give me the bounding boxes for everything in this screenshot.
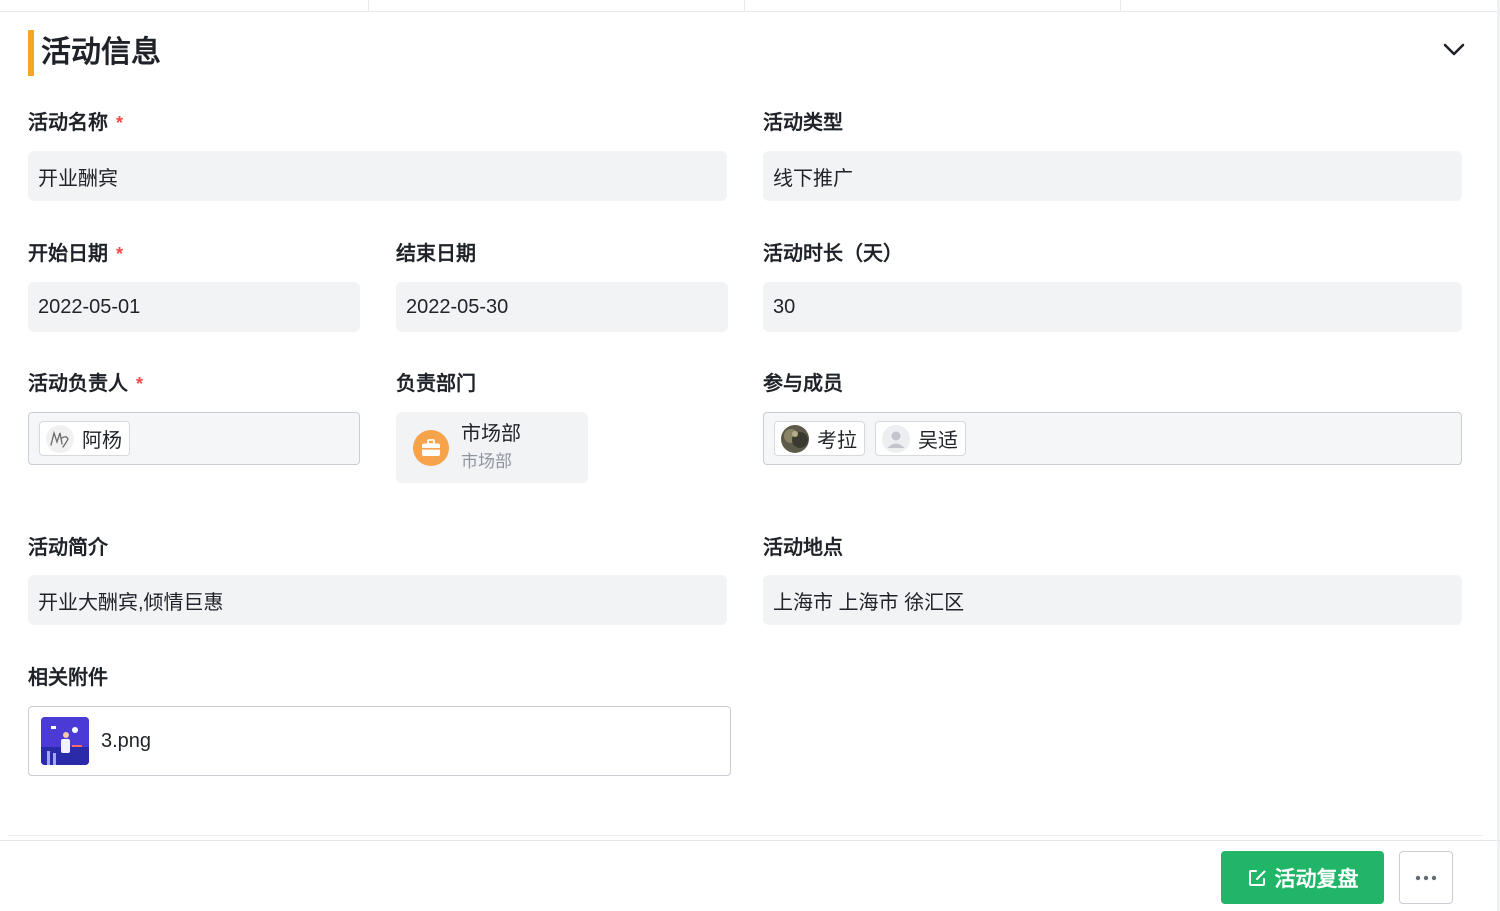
department-card[interactable]: 市场部 市场部 — [396, 412, 588, 483]
activity-name-label: 活动名称 * — [28, 111, 123, 135]
activity-name-label-text: 活动名称 — [28, 112, 108, 134]
top-tab-strip — [0, 0, 1500, 12]
start-date-label-text: 开始日期 — [28, 243, 108, 265]
location-field[interactable]: 上海市 上海市 徐汇区 — [763, 575, 1462, 625]
summary-label: 活动简介 — [28, 537, 108, 559]
attachments-label: 相关附件 — [28, 667, 108, 689]
required-mark: * — [116, 113, 124, 133]
section-title: 活动信息 — [41, 36, 161, 69]
edit-icon — [1248, 869, 1265, 886]
department-name: 市场部 — [461, 423, 521, 445]
chevron-down-icon — [1443, 43, 1465, 56]
tab-segment[interactable] — [745, 0, 1121, 12]
user-tag[interactable]: 阿杨 — [39, 421, 130, 456]
tab-segment[interactable] — [369, 0, 745, 12]
end-date-label: 结束日期 — [396, 243, 476, 265]
image-thumbnail-icon — [41, 717, 89, 765]
summary-value: 开业大酬宾,倾情巨惠 — [38, 591, 224, 614]
owner-label: 活动负责人 * — [28, 372, 143, 396]
duration-label: 活动时长（天） — [763, 243, 903, 265]
section-accent-bar — [28, 30, 34, 76]
more-button[interactable] — [1399, 851, 1453, 904]
footer-divider — [0, 840, 1500, 841]
tab-segment[interactable] — [0, 0, 369, 12]
members-label: 参与成员 — [763, 373, 843, 395]
activity-type-value: 线下推广 — [773, 167, 853, 190]
more-dots-icon — [1415, 875, 1437, 880]
owner-label-text: 活动负责人 — [28, 373, 128, 395]
attachment-item[interactable]: 3.png — [28, 706, 731, 776]
department-label: 负责部门 — [396, 373, 476, 395]
user-name: 考拉 — [817, 430, 857, 452]
owner-picker[interactable]: 阿杨 — [28, 412, 360, 465]
summary-field[interactable]: 开业大酬宾,倾情巨惠 — [28, 575, 727, 625]
user-tag[interactable]: 吴适 — [875, 421, 966, 456]
signature-avatar-icon — [46, 424, 74, 453]
default-user-icon — [882, 424, 910, 453]
divider — [8, 835, 1483, 836]
photo-avatar-icon — [781, 424, 809, 453]
attachment-name: 3.png — [101, 729, 152, 752]
start-date-label: 开始日期 * — [28, 242, 123, 266]
collapse-button[interactable] — [1440, 36, 1468, 64]
activity-name-value: 开业酬宾 — [38, 167, 118, 190]
duration-field[interactable]: 30 — [763, 282, 1462, 332]
activity-type-label: 活动类型 — [763, 112, 843, 134]
department-path: 市场部 — [461, 452, 512, 471]
user-tag[interactable]: 考拉 — [774, 421, 865, 456]
required-mark: * — [136, 374, 144, 394]
start-date-field[interactable]: 2022-05-01 — [28, 282, 360, 332]
activity-review-button[interactable]: 活动复盘 — [1221, 851, 1384, 904]
section-header: 活动信息 — [28, 30, 1478, 76]
activity-review-button-label: 活动复盘 — [1274, 867, 1359, 891]
location-label: 活动地点 — [763, 537, 843, 559]
duration-value: 30 — [773, 295, 796, 318]
user-name: 阿杨 — [82, 430, 122, 452]
end-date-field[interactable]: 2022-05-30 — [396, 282, 728, 332]
required-mark: * — [116, 244, 124, 264]
members-picker[interactable]: 考拉 吴适 — [763, 412, 1462, 465]
user-name: 吴适 — [918, 430, 958, 452]
start-date-value: 2022-05-01 — [38, 295, 141, 318]
activity-name-field[interactable]: 开业酬宾 — [28, 151, 727, 201]
briefcase-icon — [413, 430, 449, 466]
end-date-value: 2022-05-30 — [406, 295, 509, 318]
activity-type-field[interactable]: 线下推广 — [763, 151, 1462, 201]
location-value: 上海市 上海市 徐汇区 — [773, 591, 965, 614]
